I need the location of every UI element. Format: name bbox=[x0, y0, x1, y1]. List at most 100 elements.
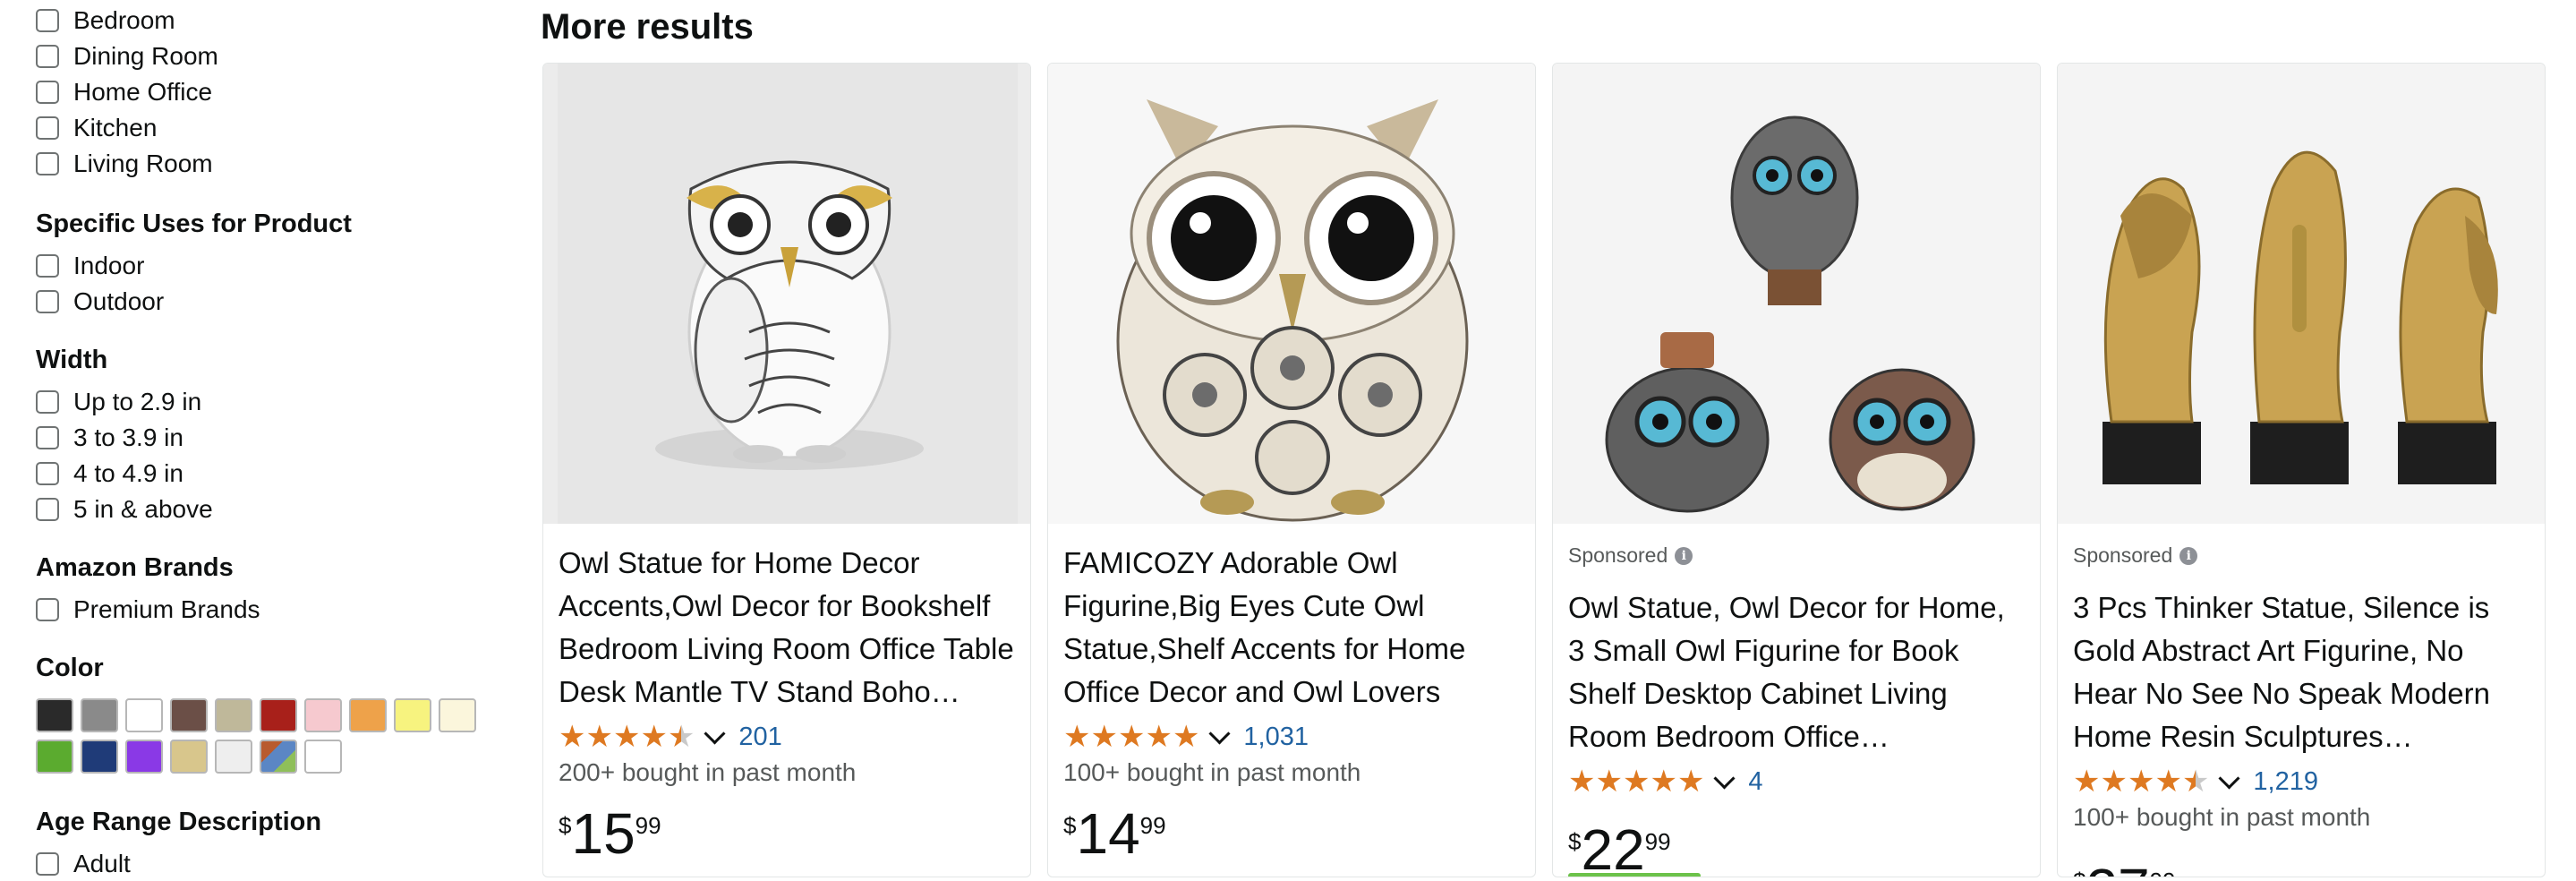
filter-use-indoor[interactable]: Indoor bbox=[36, 249, 144, 283]
price[interactable]: $ 15 99 bbox=[559, 805, 661, 862]
filter-label: Indoor bbox=[73, 252, 145, 279]
chevron-down-icon[interactable] bbox=[704, 722, 726, 745]
filter-premium-brands[interactable]: Premium Brands bbox=[36, 593, 260, 627]
color-swatch[interactable] bbox=[394, 698, 431, 732]
checkbox[interactable] bbox=[36, 81, 59, 104]
filter-age-adult[interactable]: Adult bbox=[36, 847, 131, 881]
color-swatch[interactable] bbox=[170, 698, 208, 732]
checkbox[interactable] bbox=[36, 598, 59, 621]
color-swatch[interactable] bbox=[170, 740, 208, 774]
filter-width-3-to-3-9[interactable]: 3 to 3.9 in bbox=[36, 421, 183, 455]
color-swatch[interactable] bbox=[439, 698, 476, 732]
info-icon[interactable]: i bbox=[2179, 546, 2198, 565]
owl-statue-image bbox=[558, 64, 1018, 524]
price-symbol: $ bbox=[2073, 868, 2086, 877]
sponsored-text: Sponsored bbox=[1568, 543, 1668, 567]
filter-room-dining-room[interactable]: Dining Room bbox=[36, 39, 218, 73]
color-swatch[interactable] bbox=[304, 740, 342, 774]
checkbox[interactable] bbox=[36, 9, 59, 32]
checkbox[interactable] bbox=[36, 45, 59, 68]
filter-label: 3 to 3.9 in bbox=[73, 423, 183, 451]
product-card[interactable]: Sponsored i 3 Pcs Thinker Statue, Silenc… bbox=[2057, 63, 2546, 877]
color-swatch[interactable] bbox=[215, 698, 252, 732]
checkbox[interactable] bbox=[36, 152, 59, 175]
rating-row[interactable]: ★ ★ ★ ★ ★ 4 bbox=[1568, 764, 1763, 800]
star-icon: ★ bbox=[1172, 720, 1200, 754]
rating-count-link[interactable]: 1,219 bbox=[2253, 767, 2318, 797]
star-icon: ★ bbox=[1117, 720, 1146, 754]
color-swatch[interactable] bbox=[215, 740, 252, 774]
color-swatch[interactable] bbox=[125, 698, 163, 732]
filter-width-4-to-4-9[interactable]: 4 to 4.9 in bbox=[36, 457, 183, 491]
star-rating: ★ ★ ★ ★ ★ bbox=[559, 722, 695, 752]
product-card[interactable]: Sponsored i Owl Statue, Owl Decor for Ho… bbox=[1552, 63, 2041, 877]
price-fraction: 99 bbox=[1644, 828, 1671, 855]
color-swatch[interactable] bbox=[81, 698, 118, 732]
product-title-link[interactable]: Owl Statue for Home Decor Accents,Owl De… bbox=[559, 542, 1019, 714]
checkbox[interactable] bbox=[36, 498, 59, 521]
chevron-down-icon[interactable] bbox=[2218, 766, 2240, 790]
checkbox[interactable] bbox=[36, 390, 59, 414]
chevron-down-icon[interactable] bbox=[1713, 766, 1736, 790]
filter-label: Kitchen bbox=[73, 114, 158, 141]
product-card[interactable]: Owl Statue for Home Decor Accents,Owl De… bbox=[542, 63, 1031, 877]
color-swatch[interactable] bbox=[36, 698, 73, 732]
chevron-down-icon[interactable] bbox=[1208, 722, 1231, 745]
deal-progress-bar bbox=[1568, 873, 1701, 877]
sponsored-label[interactable]: Sponsored i bbox=[1568, 543, 1693, 568]
checkbox[interactable] bbox=[36, 254, 59, 278]
filter-room-kitchen[interactable]: Kitchen bbox=[36, 111, 157, 145]
color-swatch[interactable] bbox=[125, 740, 163, 774]
star-icon: ★ bbox=[1676, 765, 1705, 799]
checkbox[interactable] bbox=[36, 426, 59, 449]
age-section-title: Age Range Description bbox=[36, 808, 322, 836]
filter-use-outdoor[interactable]: Outdoor bbox=[36, 285, 164, 319]
color-swatch[interactable] bbox=[81, 740, 118, 774]
rating-count-link[interactable]: 201 bbox=[738, 723, 781, 752]
checkbox[interactable] bbox=[36, 462, 59, 485]
product-image[interactable] bbox=[543, 64, 1030, 524]
filter-label: Outdoor bbox=[73, 287, 165, 315]
product-title-link[interactable]: Owl Statue, Owl Decor for Home, 3 Small … bbox=[1568, 586, 2028, 758]
filter-label: Dining Room bbox=[73, 42, 218, 70]
info-icon[interactable]: i bbox=[1675, 546, 1693, 565]
rating-row[interactable]: ★ ★ ★ ★ ★ 1,219 bbox=[2073, 764, 2318, 800]
color-swatch[interactable] bbox=[304, 698, 342, 732]
sponsored-label[interactable]: Sponsored i bbox=[2073, 543, 2198, 568]
star-icon: ★ bbox=[585, 720, 613, 754]
checkbox[interactable] bbox=[36, 852, 59, 876]
star-icon: ★ bbox=[1090, 720, 1118, 754]
checkbox[interactable] bbox=[36, 290, 59, 313]
product-title-link[interactable]: FAMICOZY Adorable Owl Figurine,Big Eyes … bbox=[1063, 542, 1523, 714]
star-icon: ★ bbox=[2154, 765, 2182, 799]
rating-count-link[interactable]: 4 bbox=[1748, 767, 1762, 797]
product-image[interactable] bbox=[1553, 64, 2040, 524]
filter-width-5-and-above[interactable]: 5 in & above bbox=[36, 492, 213, 526]
rating-count-link[interactable]: 1,031 bbox=[1243, 723, 1309, 752]
checkbox[interactable] bbox=[36, 116, 59, 140]
rating-row[interactable]: ★ ★ ★ ★ ★ 201 bbox=[559, 719, 782, 755]
bought-in-past-month: 100+ bought in past month bbox=[1063, 758, 1361, 786]
rating-row[interactable]: ★ ★ ★ ★ ★ 1,031 bbox=[1063, 719, 1309, 755]
brands-section-title: Amazon Brands bbox=[36, 553, 234, 582]
product-card[interactable]: FAMICOZY Adorable Owl Figurine,Big Eyes … bbox=[1047, 63, 1536, 877]
star-icon: ★ bbox=[1622, 765, 1651, 799]
filter-width-up-to-2-9[interactable]: Up to 2.9 in bbox=[36, 385, 201, 419]
filter-room-home-office[interactable]: Home Office bbox=[36, 75, 212, 109]
thinker-statues-image bbox=[2103, 150, 2498, 484]
filter-room-bedroom[interactable]: Bedroom bbox=[36, 4, 175, 38]
filter-room-living-room[interactable]: Living Room bbox=[36, 147, 213, 181]
price[interactable]: $ 27 99 bbox=[2073, 860, 2176, 877]
star-icon: ★ bbox=[1145, 720, 1173, 754]
product-title-link[interactable]: 3 Pcs Thinker Statue, Silence is Gold Ab… bbox=[2073, 586, 2533, 758]
color-swatch[interactable] bbox=[260, 698, 297, 732]
product-image[interactable] bbox=[2058, 64, 2545, 524]
product-image[interactable] bbox=[1048, 64, 1535, 524]
price[interactable]: $ 14 99 bbox=[1063, 805, 1166, 862]
star-half-icon: ★ bbox=[2181, 765, 2210, 799]
color-swatch[interactable] bbox=[260, 740, 297, 774]
price[interactable]: $ 22 99 bbox=[1568, 821, 1671, 877]
bought-in-past-month: 200+ bought in past month bbox=[559, 758, 857, 786]
color-swatch[interactable] bbox=[349, 698, 387, 732]
color-swatch[interactable] bbox=[36, 740, 73, 774]
